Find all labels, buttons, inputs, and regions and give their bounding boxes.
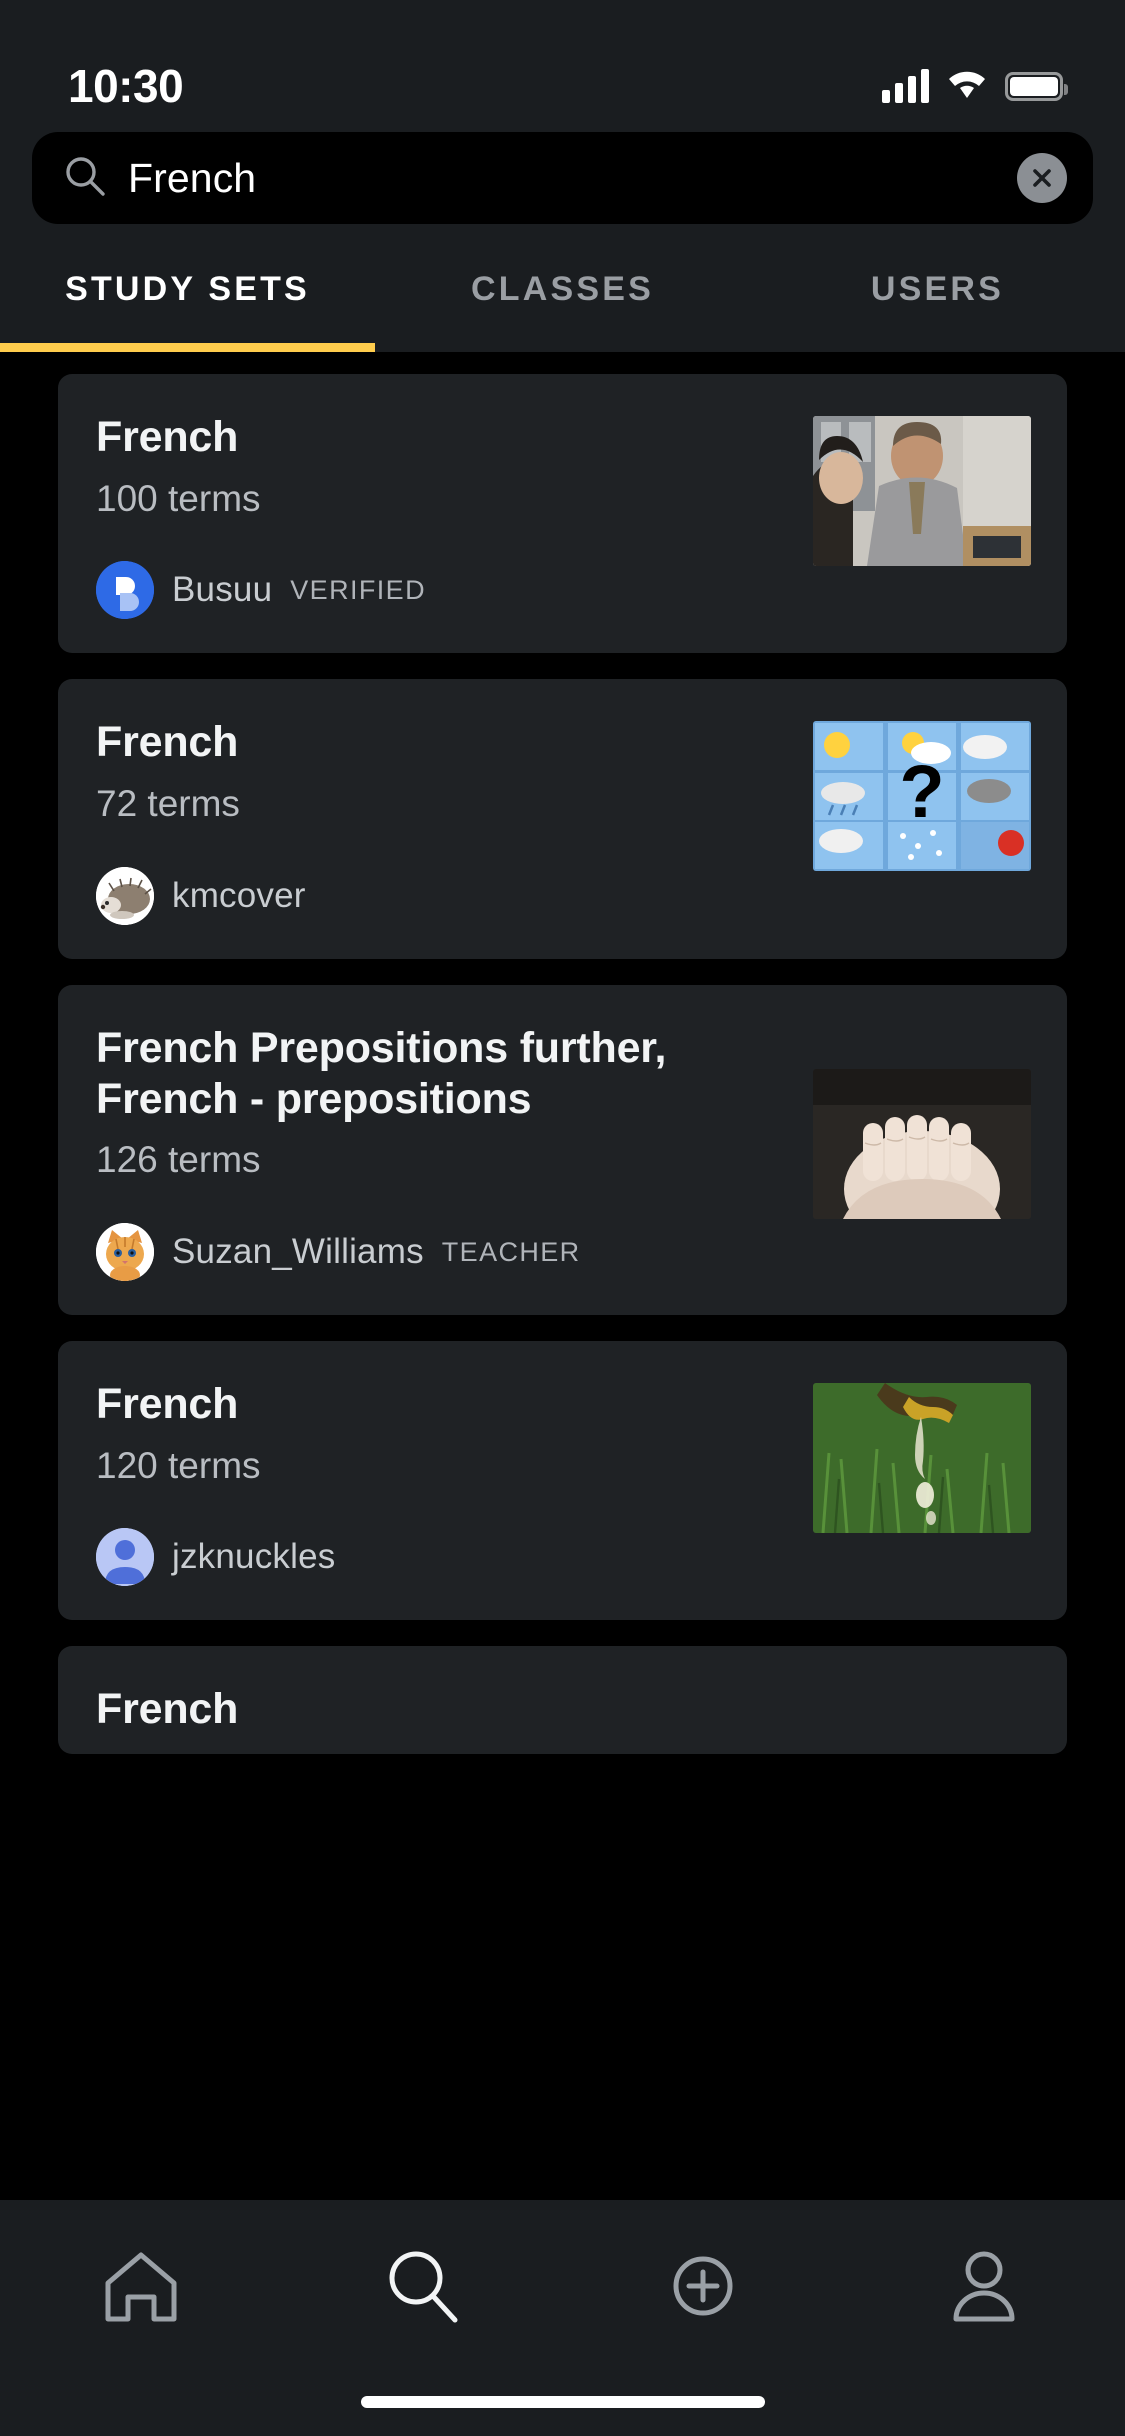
status-bar: 10:30 <box>0 0 1125 132</box>
card-body: French <box>96 1684 1031 1735</box>
set-term-count: 120 terms <box>96 1444 261 1486</box>
author-badge: VERIFIED <box>290 574 426 605</box>
search-input[interactable]: French <box>128 157 995 199</box>
author-name: jzknuckles <box>172 1537 336 1577</box>
orange-kitten-photo-avatar <box>96 1223 154 1281</box>
set-title: French <box>96 718 239 767</box>
status-time: 10:30 <box>68 60 184 112</box>
search-clear-button[interactable] <box>1017 153 1067 203</box>
set-term-count: 126 terms <box>96 1139 261 1181</box>
study-set-card[interactable]: French Prepositions further, French - pr… <box>58 984 1067 1315</box>
set-thumbnail <box>813 416 1031 566</box>
set-title: French <box>96 1380 239 1428</box>
set-thumbnail: ? <box>813 721 1031 872</box>
app-screen: 10:30 French STUDY SETS CLASSES USERS Fr… <box>0 0 1125 2436</box>
cellular-signal-icon <box>882 69 929 103</box>
author-name: kmcover <box>172 875 306 915</box>
set-title: French Prepositions further, French - pr… <box>96 1023 667 1123</box>
wifi-icon <box>945 68 989 105</box>
tab-classes[interactable]: CLASSES <box>375 254 750 306</box>
home-icon <box>98 2243 184 2334</box>
hedgehog-photo-avatar <box>96 866 154 925</box>
battery-icon <box>1005 71 1068 101</box>
card-body: French 72 terms kmcover <box>96 717 787 925</box>
bottom-navigation-bar <box>0 2200 1125 2436</box>
default-person-avatar <box>96 1528 154 1587</box>
search-results-list[interactable]: French 100 terms Busuu VERIFIED French 7… <box>0 352 1125 2200</box>
card-body: French 120 terms jzknuckles <box>96 1379 787 1587</box>
home-indicator <box>360 2396 765 2408</box>
nav-home-button[interactable] <box>0 2240 281 2336</box>
search-icon <box>379 2243 465 2334</box>
set-author[interactable]: Busuu VERIFIED <box>96 561 787 620</box>
set-author[interactable]: kmcover <box>96 866 787 925</box>
status-indicators <box>882 68 1068 105</box>
set-title: French <box>96 413 239 461</box>
study-set-card[interactable]: French 120 terms jzknuckles <box>58 1341 1067 1621</box>
set-term-count: 72 terms <box>96 783 240 825</box>
card-body: French Prepositions further, French - pr… <box>96 1023 787 1281</box>
nav-search-button[interactable] <box>281 2240 562 2336</box>
nav-profile-button[interactable] <box>844 2240 1125 2336</box>
search-bar[interactable]: French <box>32 132 1093 224</box>
study-set-card[interactable]: French 72 terms kmcover ? <box>58 679 1067 959</box>
nav-create-button[interactable] <box>563 2240 844 2336</box>
plus-circle-icon <box>660 2243 746 2334</box>
search-header: French <box>0 132 1125 224</box>
person-icon <box>941 2243 1027 2334</box>
set-author[interactable]: jzknuckles <box>96 1528 787 1587</box>
svg-text:?: ? <box>899 750 944 833</box>
study-set-card[interactable]: French 100 terms Busuu VERIFIED <box>58 374 1067 654</box>
search-tabs: STUDY SETS CLASSES USERS <box>0 224 1125 352</box>
tab-study-sets[interactable]: STUDY SETS <box>0 254 375 306</box>
tab-users[interactable]: USERS <box>750 254 1125 306</box>
set-title: French <box>96 1685 239 1734</box>
author-name: Suzan_Williams <box>172 1232 424 1271</box>
set-thumbnail <box>813 1383 1031 1533</box>
search-icon <box>64 155 106 202</box>
busuu-logo-avatar <box>96 561 154 620</box>
set-thumbnail <box>813 1068 1031 1219</box>
set-term-count: 100 terms <box>96 477 261 519</box>
set-author[interactable]: Suzan_Williams TEACHER <box>96 1223 787 1281</box>
card-body: French 100 terms Busuu VERIFIED <box>96 412 787 620</box>
author-name: Busuu <box>172 570 273 610</box>
author-badge: TEACHER <box>441 1236 581 1267</box>
study-set-card[interactable]: French <box>58 1646 1067 1755</box>
active-tab-indicator <box>0 343 375 352</box>
